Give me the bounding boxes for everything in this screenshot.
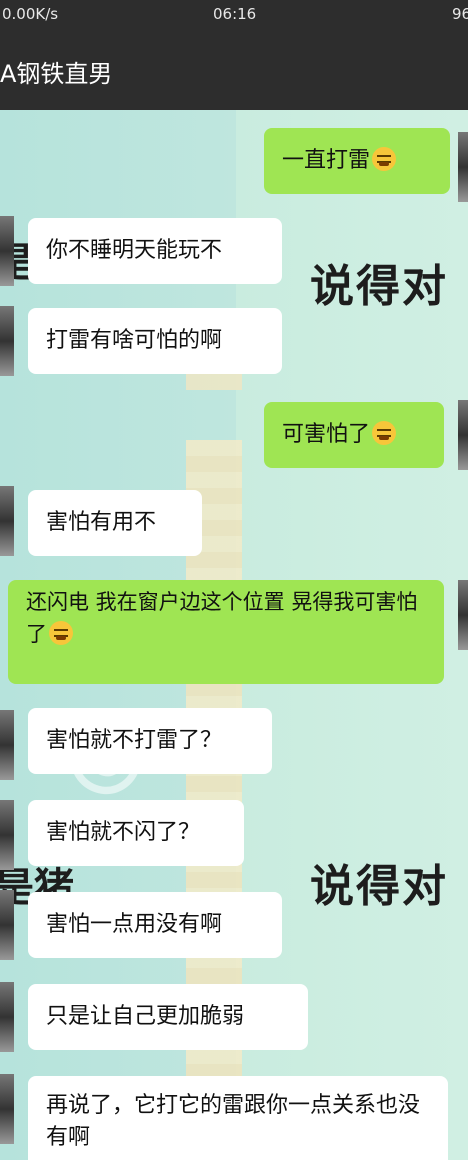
chat-area[interactable]: 说得对 说得对 是猪 是猪 @ 一直打雷 你不睡明天能玩不 打雷有啥可怕的啊 可… [0,110,468,1160]
avatar[interactable] [458,132,468,202]
message-text: 打雷有啥可怕的啊 [46,328,223,353]
avatar[interactable] [0,306,14,376]
message-bubble[interactable]: 害怕一点用没有啊 [28,892,282,958]
angry-face-icon [372,421,397,445]
clock: 06:16 [213,5,257,23]
message-text: 还闪电 我在窗户边这个位置 晃得我可害怕了 [26,590,418,646]
message-text: 害怕有用不 [46,510,157,535]
message-bubble[interactable]: 害怕就不打雷了？ [28,708,272,774]
message-bubble[interactable]: 你不睡明天能玩不 [28,218,282,284]
avatar[interactable] [458,580,468,650]
status-bar: 0.00K/s 06:16 96 [0,0,468,30]
message-bubble[interactable]: 害怕有用不 [28,490,202,556]
network-speed: 0.00K/s [2,5,59,23]
avatar[interactable] [0,710,14,780]
message-bubble[interactable]: 只是让自己更加脆弱 [28,984,308,1050]
message-bubble[interactable]: 一直打雷 [264,128,450,194]
avatar[interactable] [0,216,14,286]
message-text: 只是让自己更加脆弱 [46,1004,245,1029]
avatar[interactable] [0,982,14,1052]
avatar[interactable] [0,486,14,556]
message-text: 可害怕了 [282,422,371,447]
sticker-text: 说得对 [310,861,448,912]
battery-level: 96 [452,5,468,23]
avatar[interactable] [0,890,14,960]
avatar[interactable] [0,1074,14,1144]
message-text: 再说了，它打它的雷跟你一点关系也没有啊 [46,1093,421,1150]
message-text: 害怕就不闪了？ [46,820,201,845]
sticker-text: 说得对 [310,261,448,312]
message-bubble[interactable]: 可害怕了 [264,402,444,468]
message-text: 害怕一点用没有啊 [46,912,223,937]
message-text: 你不睡明天能玩不 [46,238,223,263]
message-text: 害怕就不打雷了？ [46,728,223,753]
angry-face-icon [372,147,397,171]
message-bubble[interactable]: 再说了，它打它的雷跟你一点关系也没有啊 [28,1076,448,1160]
message-bubble[interactable]: 害怕就不闪了？ [28,800,244,866]
avatar[interactable] [0,800,14,870]
message-bubble[interactable]: 打雷有啥可怕的啊 [28,308,282,374]
message-text: 一直打雷 [282,148,371,173]
message-bubble[interactable]: 还闪电 我在窗户边这个位置 晃得我可害怕了 [8,580,444,684]
angry-face-icon [49,621,73,645]
avatar[interactable] [458,400,468,470]
chat-header: A钢铁直男 [0,30,468,110]
chat-title[interactable]: A钢铁直男 [0,54,112,89]
